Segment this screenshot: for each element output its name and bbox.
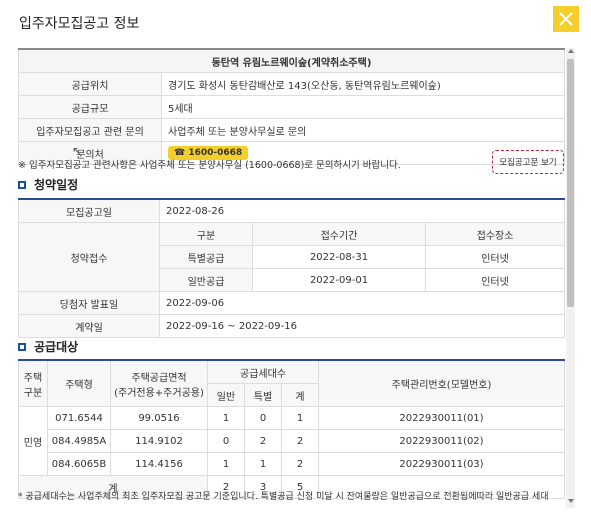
area-cell: 114.4156	[110, 452, 208, 476]
winner-label: 당첨자 발표일	[18, 291, 160, 315]
table-header-row: 주택구분 주택형 주택공급면적 (주거전용+주거공용) 공급세대수 주택관리번호…	[18, 359, 565, 407]
supply-table: 주택구분 주택형 주택공급면적 (주거전용+주거공용) 공급세대수 주택관리번호…	[18, 359, 565, 499]
model-cell: 084.6065B	[47, 452, 111, 476]
close-button[interactable]	[553, 6, 579, 32]
apply-place: 인터넷	[425, 245, 565, 269]
table-row: 모집공고일 2022-08-26	[18, 198, 565, 223]
winner-date: 2022-09-06	[159, 291, 565, 315]
announce-date: 2022-08-26	[159, 198, 565, 223]
schedule-table: 모집공고일 2022-08-26 청약접수 구분 접수기간 접수장소 특별공급 …	[18, 198, 565, 338]
info-value: 사업주체 또는 분양사무실로 문의	[161, 118, 565, 142]
info-value: 경기도 화성시 동탄감배산로 143(오산동, 동탄역유림노르웨이숲)	[161, 72, 565, 96]
info-note: ※ 입주자모집공고 관련사항은 사업주체 또는 분양사무실 (1600-0668…	[18, 160, 401, 171]
scroll-down-icon[interactable]	[568, 499, 574, 503]
apply-place: 인터넷	[425, 268, 565, 292]
col-header-units: 공급세대수	[207, 359, 319, 384]
general-cell: 1	[207, 406, 245, 430]
col-header-mgmt: 주택관리번호(모델번호)	[318, 359, 565, 407]
info-label: 공급위치	[18, 72, 162, 96]
mgmt-cell: 2022930011(02)	[318, 429, 565, 453]
special-cell: 0	[244, 406, 282, 430]
table-row: 공급위치 경기도 화성시 동탄감배산로 143(오산동, 동탄역유림노르웨이숲)	[18, 72, 565, 96]
col-header-special: 특별	[244, 383, 282, 407]
area-header-main: 주택공급면적	[131, 372, 187, 384]
scrollbar-thumb[interactable]	[567, 59, 574, 307]
table-row: 입주자모집공고 관련 문의 사업주체 또는 분양사무실로 문의	[18, 118, 565, 142]
col-header-house-type: 주택구분	[18, 359, 48, 407]
dialog-content[interactable]: 동탄역 유림노르웨이숲(계약취소주택) 공급위치 경기도 화성시 동탄감배산로 …	[0, 42, 571, 515]
apply-type: 특별공급	[159, 245, 253, 269]
supply-section-title: 공급대상	[18, 338, 78, 355]
table-row: 084.6065B 114.4156 1 1 2 2022930011(03)	[19, 452, 565, 476]
table-row: 당첨자 발표일 2022-09-06	[18, 291, 565, 315]
special-cell: 2	[244, 429, 282, 453]
info-label: 입주자모집공고 관련 문의	[18, 118, 162, 142]
total-cell: 1	[281, 406, 319, 430]
col-header-general: 일반	[207, 383, 245, 407]
col-header-area: 주택공급면적 (주거전용+주거공용)	[110, 359, 208, 407]
announce-label: 모집공고일	[18, 198, 160, 223]
area-cell: 99.0516	[110, 406, 208, 430]
contract-date: 2022-09-16 ~ 2022-09-16	[159, 314, 565, 338]
info-table: 동탄역 유림노르웨이숲(계약취소주택) 공급위치 경기도 화성시 동탄감배산로 …	[18, 48, 565, 165]
model-cell: 071.6544	[47, 406, 111, 430]
general-cell: 0	[207, 429, 245, 453]
apply-type: 일반공급	[159, 268, 253, 292]
contract-label: 계약일	[18, 314, 160, 338]
col-header: 접수장소	[425, 222, 565, 246]
mgmt-cell: 2022930011(03)	[318, 452, 565, 476]
dialog-title: 입주자모집공고 정보	[19, 16, 140, 32]
mgmt-cell: 2022930011(01)	[318, 406, 565, 430]
model-cell: 084.4985A	[47, 429, 111, 453]
schedule-title: 청약일정	[34, 178, 79, 192]
area-cell: 114.9102	[110, 429, 208, 453]
col-header-model: 주택형	[47, 359, 111, 407]
table-row: 청약접수 구분 접수기간 접수장소	[18, 222, 565, 292]
col-header-total: 계	[281, 383, 319, 407]
total-cell: 2	[281, 452, 319, 476]
complex-name: 동탄역 유림노르웨이숲(계약취소주택)	[18, 48, 565, 73]
supply-footnote: * 공급세대수는 사업주체의 최초 입주자모집 공고문 기준입니다. 특별공급 …	[18, 492, 549, 502]
col-header: 접수기간	[252, 222, 426, 246]
general-cell: 1	[207, 452, 245, 476]
schedule-section-title: 청약일정	[18, 176, 78, 193]
apply-date: 2022-08-31	[252, 245, 426, 269]
mouse-cursor-icon: ↖	[72, 144, 83, 158]
area-header-sub: (주거전용+주거공용)	[114, 387, 204, 399]
table-row: 민영 071.6544 99.0516 1 0 1 2022930011(01)	[18, 406, 565, 476]
table-row: 공급규모 5세대	[18, 95, 565, 119]
house-type-cell: 민영	[18, 406, 48, 476]
col-header: 구분	[159, 222, 253, 246]
info-label: 공급규모	[18, 95, 162, 119]
info-value: 5세대	[161, 95, 565, 119]
table-row: 계약일 2022-09-16 ~ 2022-09-16	[18, 314, 565, 338]
supply-title: 공급대상	[34, 340, 79, 354]
table-row: 084.4985A 114.9102 0 2 2 2022930011(02)	[19, 429, 565, 453]
total-cell: 2	[281, 429, 319, 453]
section-square-icon	[18, 342, 26, 351]
special-cell: 1	[244, 452, 282, 476]
apply-date: 2022-09-01	[252, 268, 426, 292]
section-square-icon	[18, 180, 26, 189]
close-icon	[559, 12, 573, 26]
dialog-header: 입주자모집공고 정보	[0, 0, 591, 42]
apply-label: 청약접수	[18, 222, 160, 292]
scroll-up-icon[interactable]	[568, 49, 574, 53]
view-notice-button[interactable]: 모집공고문 보기	[492, 150, 564, 174]
